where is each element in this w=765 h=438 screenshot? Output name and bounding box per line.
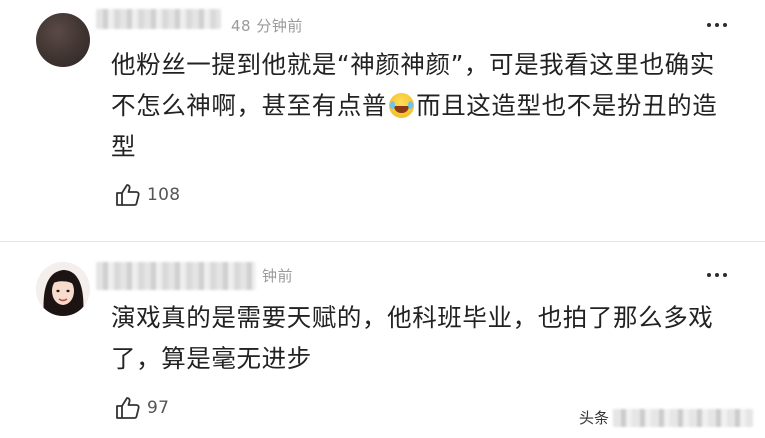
dot	[715, 273, 719, 277]
thumbs-up-icon	[115, 396, 141, 420]
dot	[707, 23, 711, 27]
thumbs-up-icon	[115, 183, 141, 207]
watermark: 头条	[579, 407, 753, 428]
dot	[723, 23, 727, 27]
dot	[707, 273, 711, 277]
like-button[interactable]: 97	[115, 396, 169, 420]
comment-text: 演戏真的是需要天赋的，他科班毕业，也拍了那么多戏了，算是毫无进步	[111, 303, 714, 373]
dot	[723, 273, 727, 277]
username-redacted[interactable]	[96, 262, 256, 290]
laughing-crying-emoji-icon	[389, 93, 415, 118]
more-options-icon[interactable]	[707, 273, 727, 277]
more-options-icon[interactable]	[707, 23, 727, 27]
avatar[interactable]	[36, 262, 90, 316]
like-count: 108	[147, 185, 181, 205]
like-count: 97	[147, 398, 170, 418]
comment-item: 48 分钟前 他粉丝一提到他就是“神颜神颜”，可是我看这里也确实不怎么神啊，甚至…	[0, 0, 765, 236]
divider	[0, 241, 765, 242]
username-redacted[interactable]	[96, 9, 221, 29]
comment-text: 他粉丝一提到他就是“神颜神颜”，可是我看这里也确实不怎么神啊，甚至有点普 而且这造…	[111, 44, 731, 167]
watermark-label: 头条	[578, 409, 609, 427]
watermark-redacted	[613, 408, 753, 427]
dot	[715, 23, 719, 27]
comment-time: 48 分钟前	[231, 17, 303, 35]
like-button[interactable]: 108	[115, 183, 180, 207]
avatar[interactable]	[36, 13, 90, 67]
comment-list: 48 分钟前 他粉丝一提到他就是“神颜神颜”，可是我看这里也确实不怎么神啊，甚至…	[0, 0, 765, 438]
comment-time: 钟前	[262, 267, 294, 285]
